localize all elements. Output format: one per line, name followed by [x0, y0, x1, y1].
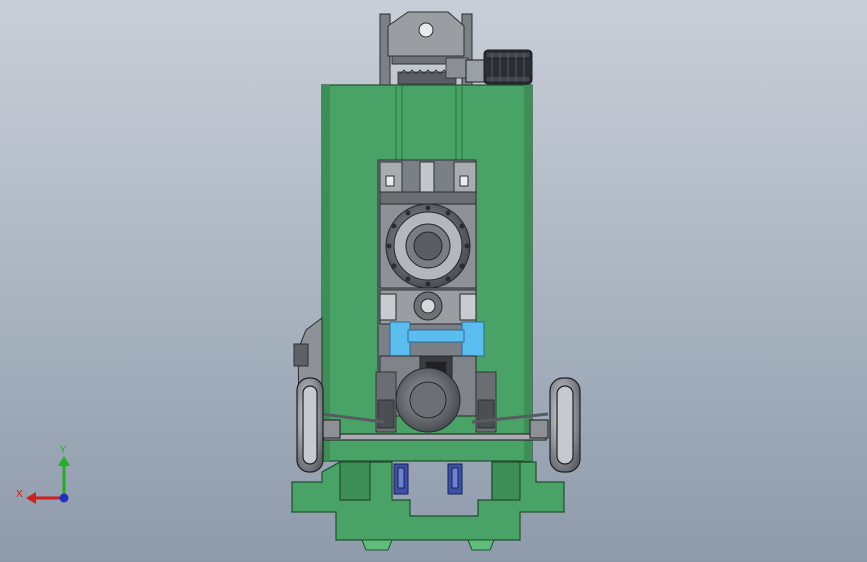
- middle-bearing-block: [379, 289, 477, 325]
- z-axis-dot-icon: [59, 493, 69, 503]
- hydraulic-cylinder-left[interactable]: [393, 463, 409, 495]
- y-axis-label: Y: [59, 445, 67, 456]
- hydraulic-cylinder-right[interactable]: [447, 463, 463, 495]
- left-wheel[interactable]: [296, 377, 324, 473]
- right-wheel[interactable]: [549, 377, 581, 473]
- upper-roll-chock[interactable]: [379, 203, 477, 289]
- x-axis-label: X: [16, 489, 23, 500]
- cad-viewport[interactable]: Y X: [0, 0, 867, 562]
